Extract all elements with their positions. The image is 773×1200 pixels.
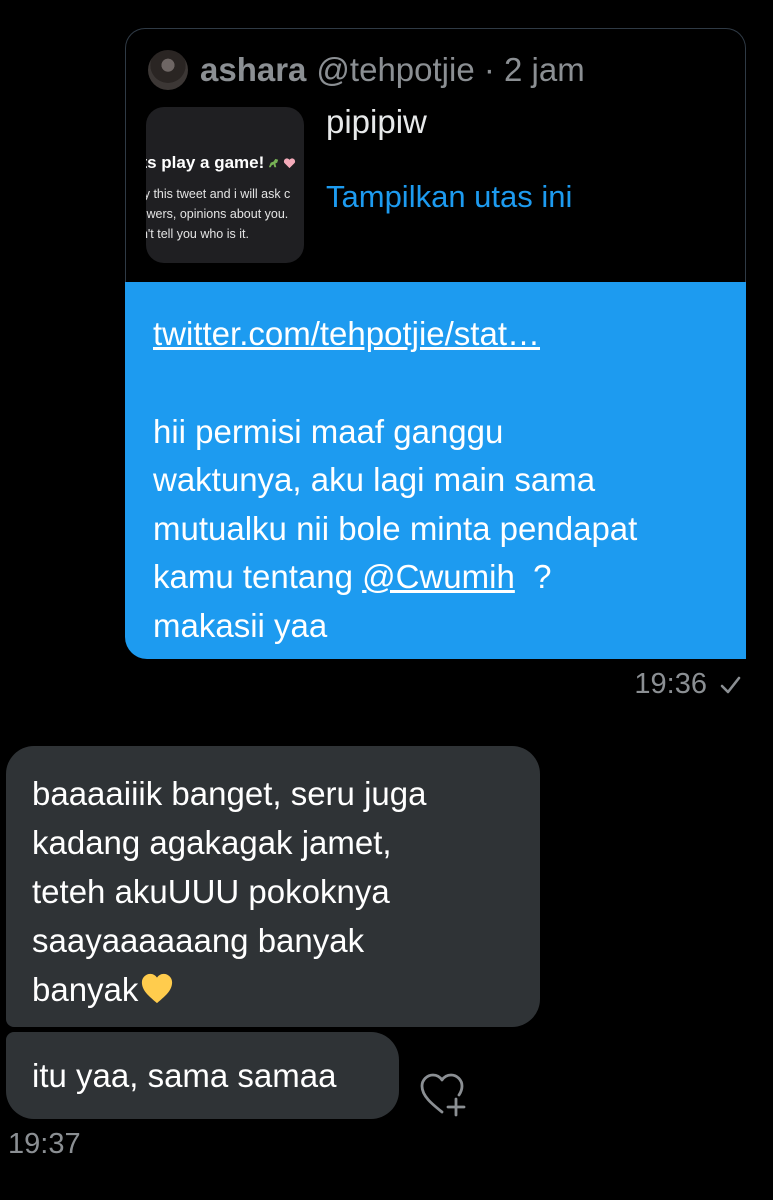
- tweet-timestamp: 2 jam: [504, 51, 585, 88]
- thumbnail-title: ets play a game!: [146, 153, 296, 173]
- message-line: kadang agakagak jamet,: [32, 824, 392, 861]
- message-line: hii permisi maaf ganggu: [153, 412, 504, 450]
- sent-message-meta: 19:36: [634, 668, 741, 701]
- author-name[interactable]: ashara: [200, 51, 306, 89]
- tweet-image-thumbnail[interactable]: ets play a game! ply this tweet and i wi…: [146, 107, 304, 263]
- message-line: mutualku nii bole minta pendapat: [153, 509, 638, 547]
- dinosaur-icon: [269, 158, 279, 168]
- message-line: banyak: [32, 965, 514, 1014]
- heart-plus-icon[interactable]: [418, 1068, 470, 1120]
- author-handle[interactable]: @tehpotjie: [316, 51, 474, 89]
- message-line: makasii yaa: [153, 606, 328, 644]
- pink-heart-icon: [284, 158, 296, 169]
- show-thread-link[interactable]: Tampilkan utas ini: [326, 179, 572, 215]
- message-line: saayaaaaaang banyak: [32, 922, 365, 959]
- message-line: baaaaiiik banget, seru juga: [32, 775, 427, 812]
- meta-separator: ·: [474, 51, 505, 88]
- tweet-url-link[interactable]: twitter.com/tehpotjie/stat…: [153, 310, 718, 359]
- sent-timestamp: 19:36: [634, 668, 707, 700]
- quoted-tweet-card[interactable]: ashara @tehpotjie · 2 jam ets play a gam…: [125, 28, 746, 282]
- message-line: itu yaa, sama samaa: [32, 1057, 337, 1094]
- thumbnail-line: ply this tweet and i will ask c: [146, 187, 291, 201]
- avatar[interactable]: [148, 50, 188, 90]
- mention-link[interactable]: @Cwumih: [362, 558, 515, 595]
- quoted-tweet-text: pipipiw: [326, 103, 427, 140]
- thumbnail-line: llowers, opinions about you.: [146, 207, 289, 221]
- received-timestamp: 19:37: [8, 1128, 81, 1160]
- message-text: banyak: [32, 971, 139, 1008]
- thumbnail-line: on't tell you who is it.: [146, 227, 249, 241]
- sent-message-bubble[interactable]: twitter.com/tehpotjie/stat… hii permisi …: [125, 282, 746, 659]
- check-icon: [720, 676, 741, 693]
- yellow-heart-icon: [142, 973, 173, 1004]
- quoted-tweet-header: ashara @tehpotjie · 2 jam: [148, 49, 585, 91]
- message-text: ?: [514, 558, 552, 595]
- message-line: waktunya, aku lagi main sama: [153, 461, 596, 498]
- received-message-bubble[interactable]: baaaaiiik banget, seru juga kadang agaka…: [6, 746, 540, 1027]
- received-message-bubble[interactable]: itu yaa, sama samaa: [6, 1032, 399, 1119]
- message-line: kamu tentang @Cwumih ?: [153, 553, 718, 602]
- message-line: teteh akuUUU pokoknya: [32, 873, 390, 910]
- message-text: kamu tentang: [153, 558, 363, 595]
